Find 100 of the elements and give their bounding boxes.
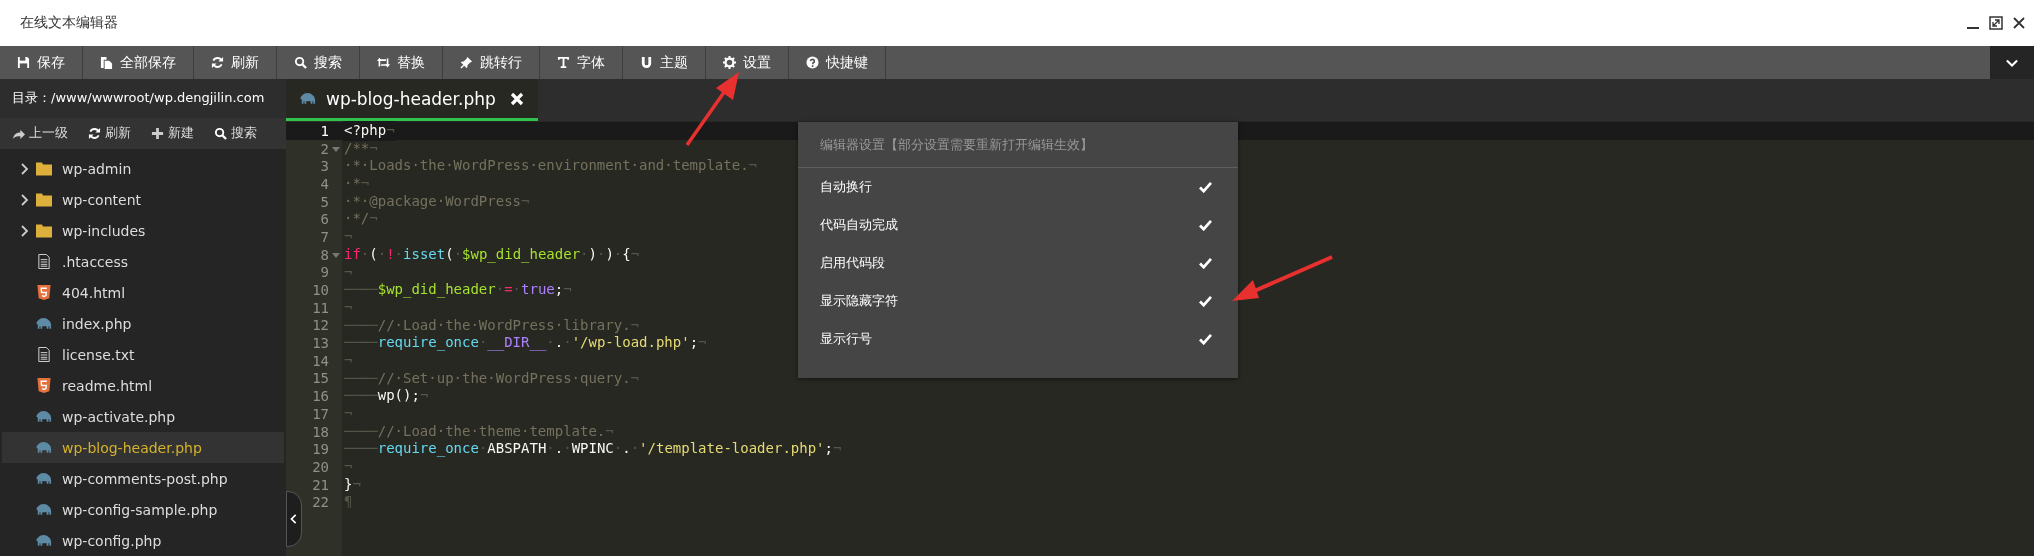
settings-icon bbox=[723, 56, 736, 69]
code-line: ────//·Load·the·theme·template.¬ bbox=[344, 422, 614, 441]
html-file-icon bbox=[36, 378, 52, 393]
chevron-icon bbox=[21, 162, 29, 175]
magnet-icon bbox=[640, 56, 653, 69]
file-item[interactable]: wp-admin bbox=[2, 153, 284, 184]
line-number: 12 bbox=[312, 317, 330, 334]
file-item[interactable]: wp-blog-header.php bbox=[2, 432, 284, 463]
menu-item[interactable]: 显示隐藏字符 bbox=[798, 282, 1238, 320]
menu-item[interactable]: 启用代码段 bbox=[798, 244, 1238, 282]
sidebar-tool-button[interactable]: 刷新 bbox=[76, 118, 139, 149]
swap-icon bbox=[377, 56, 390, 69]
file-item[interactable]: 404.html bbox=[2, 277, 284, 308]
code-line: ¬ bbox=[344, 351, 353, 370]
line-number: 10 bbox=[312, 282, 330, 299]
line-number: 21 bbox=[312, 476, 330, 493]
menu-item[interactable]: 代码自动完成 bbox=[798, 206, 1238, 244]
line-number: 5 bbox=[320, 193, 330, 210]
code-line: ────wp();¬ bbox=[344, 387, 429, 405]
folder-icon bbox=[36, 192, 52, 207]
elephant-icon bbox=[36, 471, 52, 486]
line-number: 18 bbox=[312, 423, 330, 440]
chevron-icon bbox=[21, 193, 29, 206]
elephant-icon bbox=[36, 409, 52, 424]
floppy-icon bbox=[17, 56, 30, 69]
code-line: if·(·!·isset(·$wp_did_header·)·)·{¬ bbox=[344, 245, 640, 264]
code-line: }¬ bbox=[344, 475, 361, 494]
line-number: 2 bbox=[320, 140, 342, 157]
folder-icon bbox=[36, 223, 52, 238]
refresh-icon bbox=[88, 126, 101, 140]
line-number: 8 bbox=[320, 246, 342, 263]
search-icon bbox=[294, 56, 307, 69]
text-icon bbox=[557, 56, 570, 69]
line-number: 15 bbox=[312, 370, 330, 387]
document-icon bbox=[36, 254, 52, 269]
plus-icon bbox=[151, 126, 164, 140]
search-icon bbox=[214, 126, 227, 140]
help-icon bbox=[806, 56, 819, 69]
line-number: 11 bbox=[312, 299, 330, 316]
collapse-handle[interactable] bbox=[286, 491, 302, 547]
chevron-icon bbox=[2006, 57, 2018, 68]
code-line: ¬ bbox=[344, 298, 353, 317]
menu-item[interactable]: 自动换行 bbox=[798, 168, 1238, 206]
elephant-icon bbox=[36, 316, 52, 331]
line-number: 6 bbox=[320, 211, 330, 228]
folder-icon bbox=[36, 161, 52, 176]
code-line: ¶ bbox=[344, 493, 353, 512]
file-item[interactable]: wp-config-sample.php bbox=[2, 494, 284, 525]
menu-header: 编辑器设置【部分设置需要重新打开编辑生效】 bbox=[798, 122, 1238, 168]
copy-icon bbox=[100, 56, 113, 69]
elephant-icon bbox=[36, 533, 52, 548]
code-line: ¬ bbox=[344, 458, 353, 476]
code-line: ·*·@package·WordPress¬ bbox=[344, 192, 530, 211]
sidebar-tool-button[interactable]: 搜索 bbox=[202, 118, 265, 149]
code-line: ────//·Set·up·the·WordPress·query.¬ bbox=[344, 369, 640, 388]
refresh-icon bbox=[211, 56, 224, 69]
code-line: ¬ bbox=[344, 405, 353, 423]
line-number: 1 bbox=[320, 122, 330, 139]
code-line: ────require_once·__DIR__·.·'/wp-load.php';¬ bbox=[344, 334, 707, 352]
file-item[interactable]: wp-config.php bbox=[2, 525, 284, 556]
menu-item[interactable]: 显示行号 bbox=[798, 320, 1238, 358]
file-item[interactable]: wp-activate.php bbox=[2, 401, 284, 432]
directory-path: 目录：/www/wwwroot/wp.dengjilin.com bbox=[0, 79, 286, 118]
more-button[interactable] bbox=[1990, 46, 2034, 79]
elephant-icon bbox=[36, 440, 52, 455]
code-line: ·*¬ bbox=[344, 175, 370, 193]
code-line: ¬ bbox=[344, 228, 353, 246]
elephant-icon bbox=[36, 502, 52, 517]
file-item[interactable]: index.php bbox=[2, 308, 284, 339]
sidebar-tool-button[interactable]: 新建 bbox=[139, 118, 202, 149]
sidebar-tool-button[interactable]: 上一级 bbox=[0, 118, 76, 149]
line-number: 19 bbox=[312, 441, 330, 458]
file-item[interactable]: wp-comments-post.php bbox=[2, 463, 284, 494]
file-item[interactable]: .htaccess bbox=[2, 246, 284, 277]
window-title: 在线文本编辑器 bbox=[20, 14, 118, 32]
close-icon[interactable] bbox=[2012, 16, 2026, 30]
line-number: 3 bbox=[320, 158, 330, 175]
line-number: 16 bbox=[312, 388, 330, 405]
maximize-icon[interactable] bbox=[1989, 16, 2003, 30]
file-item[interactable]: license.txt bbox=[2, 339, 284, 370]
code-line: ·*·Loads·the·WordPress·environment·and·template.¬ bbox=[344, 157, 757, 176]
code-line: ────require_once·ABSPATH·.·WPINC·.·'/template-loader.php';¬ bbox=[344, 440, 842, 459]
line-number: 14 bbox=[312, 352, 330, 369]
html-file-icon bbox=[36, 285, 52, 300]
line-number: 20 bbox=[312, 458, 330, 475]
file-item[interactable]: wp-content bbox=[2, 184, 284, 215]
chevron-icon bbox=[21, 224, 29, 237]
line-number: 22 bbox=[312, 494, 330, 511]
file-tab[interactable]: wp-blog-header.php bbox=[286, 79, 538, 121]
line-number: 7 bbox=[320, 228, 330, 245]
document-icon bbox=[36, 347, 52, 362]
elephant-icon bbox=[300, 91, 316, 106]
file-item[interactable]: wp-includes bbox=[2, 215, 284, 246]
code-line: ────$wp_did_header·=·true;¬ bbox=[344, 281, 572, 299]
code-line: /**¬ bbox=[344, 139, 378, 158]
file-item[interactable]: readme.html bbox=[2, 370, 284, 401]
code-line: ────//·Load·the·WordPress·library.¬ bbox=[344, 316, 640, 335]
pin-icon bbox=[460, 56, 473, 69]
line-number: 9 bbox=[320, 264, 330, 281]
line-number: 13 bbox=[312, 335, 330, 352]
